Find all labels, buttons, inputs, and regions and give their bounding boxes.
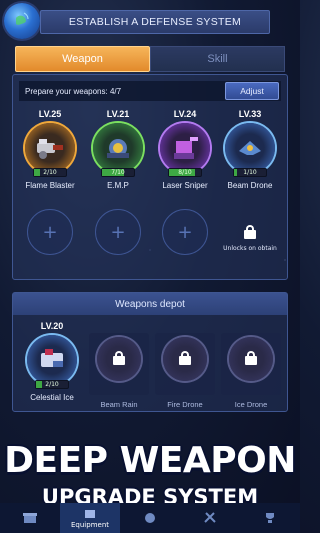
depot-item-celestial-ice[interactable]: LV.20 2/10 Celestial Ice (23, 321, 81, 402)
weapon-name: Beam Drone (227, 181, 273, 190)
emp-icon: 7/10 (93, 123, 143, 177)
bottom-navigation: Equipment (0, 503, 300, 533)
weapon-level: LV.25 (38, 109, 62, 119)
flame-blaster-icon: 2/10 (25, 123, 75, 177)
beam-drone-icon: 1/10 (225, 123, 275, 177)
weapon-slot-laser-sniper[interactable]: LV.24 8/10 Laser Sniper (156, 109, 214, 190)
top-bar: ESTABLISH A DEFENSE SYSTEM (0, 0, 300, 44)
weapon-name: Fire Drone (167, 400, 203, 409)
globe-icon[interactable] (4, 3, 40, 39)
promo-headline: DEEP WEAPON (4, 440, 296, 481)
prepare-weapons-row: Prepare your weapons: 4/7 Adjust (19, 81, 281, 101)
prepare-weapons-text: Prepare your weapons: 4/7 (25, 86, 122, 96)
depot-item-beam-rain[interactable]: Beam Rain (89, 333, 149, 409)
weapon-level: LV.33 (238, 109, 262, 119)
weapon-name: E.M.P (107, 181, 129, 190)
trophy-icon (266, 512, 274, 523)
weapon-slot-flame-blaster[interactable]: LV.25 2/10 Flame Blaster (21, 109, 79, 190)
empty-weapon-slot[interactable]: + (162, 209, 208, 255)
upgrade-progress: 2/10 (33, 168, 67, 177)
equipped-weapons-panel: Prepare your weapons: 4/7 Adjust LV.25 2… (12, 74, 288, 280)
lock-icon (245, 351, 257, 365)
upgrade-progress: 8/10 (168, 168, 202, 177)
celestial-ice-icon: 2/10 (27, 335, 77, 389)
lock-icon (244, 225, 256, 239)
plus-icon: + (42, 221, 58, 243)
weapon-name: Celestial Ice (30, 393, 74, 402)
page-title: ESTABLISH A DEFENSE SYSTEM (40, 10, 270, 34)
weapon-level: LV.20 (40, 321, 64, 331)
empty-weapon-slot[interactable]: + (27, 209, 73, 255)
lock-icon (113, 351, 125, 365)
nav-globe[interactable] (120, 503, 180, 533)
weapon-name: Flame Blaster (25, 181, 75, 190)
locked-weapon-slot[interactable]: Unlocks on obtain (221, 225, 279, 253)
weapon-slot-emp[interactable]: LV.21 7/10 E.M.P (89, 109, 147, 190)
shop-icon (23, 512, 37, 523)
depot-item-ice-drone[interactable]: Ice Drone (221, 333, 281, 409)
weapon-slot-beam-drone[interactable]: LV.33 1/10 Beam Drone (221, 109, 279, 190)
empty-weapon-slot[interactable]: + (95, 209, 141, 255)
nav-equipment[interactable]: Equipment (60, 503, 120, 533)
plus-icon: + (110, 221, 126, 243)
lock-icon (179, 351, 191, 365)
nav-label: Equipment (71, 520, 109, 529)
weapon-level: LV.21 (106, 109, 130, 119)
tab-weapon[interactable]: Weapon (15, 46, 150, 72)
swords-icon (204, 511, 216, 523)
plus-icon: + (177, 221, 193, 243)
depot-item-fire-drone[interactable]: Fire Drone (155, 333, 215, 409)
weapons-depot-panel: Weapons depot LV.20 2/10 Celestial Ice B… (12, 292, 288, 412)
nav-battle[interactable] (180, 503, 240, 533)
nav-trophy[interactable] (240, 503, 300, 533)
adjust-button[interactable]: Adjust (225, 82, 279, 100)
upgrade-progress: 7/10 (101, 168, 135, 177)
upgrade-progress: 2/10 (35, 380, 69, 389)
globe-nav-icon (145, 512, 155, 523)
tab-bar: Weapon Skill (15, 46, 285, 72)
weapon-name: Ice Drone (234, 400, 268, 409)
laser-sniper-icon: 8/10 (160, 123, 210, 177)
equipment-icon (85, 509, 95, 518)
nav-shop[interactable] (0, 503, 60, 533)
depot-title: Weapons depot (13, 293, 287, 315)
promo-banner: DEEP WEAPON UPGRADE SYSTEM (0, 410, 300, 510)
weapon-name: Beam Rain (100, 400, 138, 409)
weapon-level: LV.24 (173, 109, 197, 119)
tab-skill[interactable]: Skill (150, 46, 285, 72)
unlock-hint-text: Unlocks on obtain (223, 245, 277, 252)
weapon-name: Laser Sniper (162, 181, 208, 190)
upgrade-progress: 1/10 (233, 168, 267, 177)
